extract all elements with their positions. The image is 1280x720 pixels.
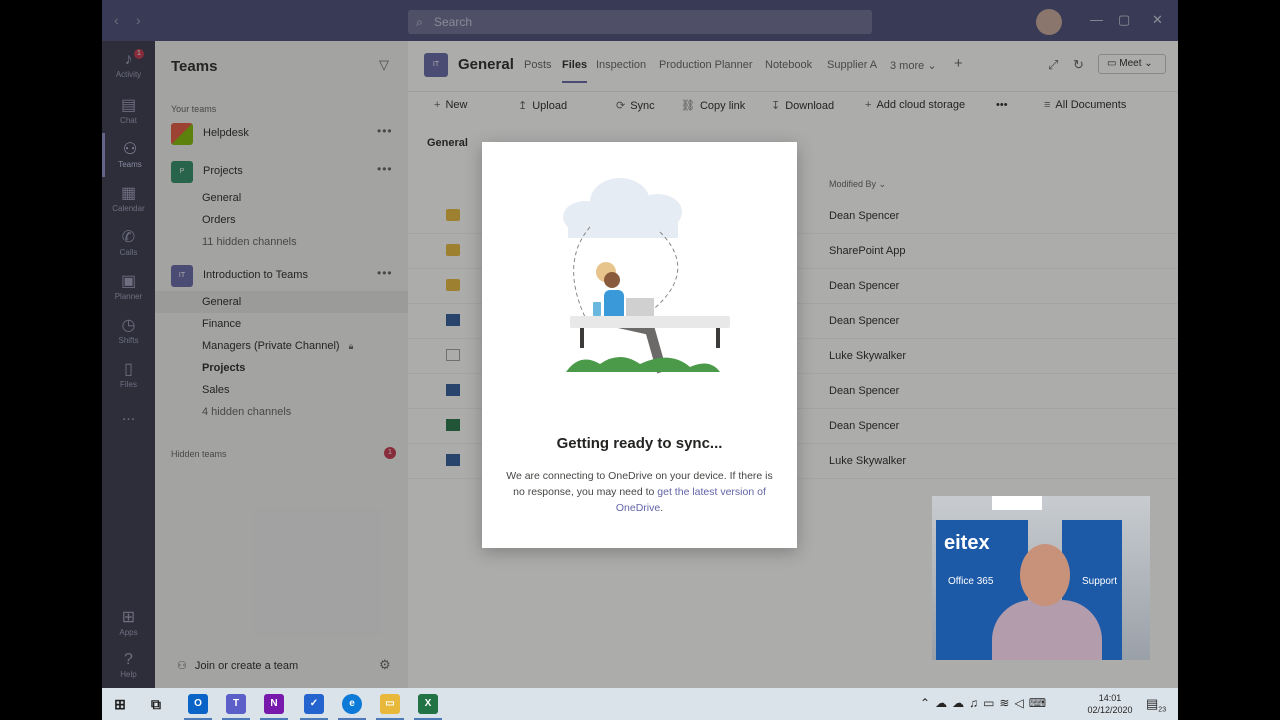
battery-icon[interactable]: ▭ <box>983 696 999 710</box>
keyboard-icon[interactable]: ⌨ <box>1029 696 1051 710</box>
sync-arrow <box>573 226 591 318</box>
wifi-icon[interactable]: ≋ <box>999 696 1014 710</box>
mouse-cursor-icon: ⬉ <box>779 335 787 345</box>
bench-leg <box>580 328 584 348</box>
todo-icon[interactable]: ✓ <box>300 694 328 720</box>
windows-start-icon[interactable]: ⊞ <box>110 694 130 714</box>
clock-date: 02/12/2020 <box>1087 705 1133 715</box>
person-head <box>604 272 620 288</box>
dialog-title: Getting ready to sync... <box>556 435 723 452</box>
volume-icon[interactable]: ◁ <box>1014 696 1028 710</box>
bushes <box>566 357 720 372</box>
dialog-body: We are connecting to OneDrive on your de… <box>506 468 773 516</box>
excel-icon[interactable]: X <box>414 694 442 720</box>
bench-leg <box>716 328 720 348</box>
notif-count: 23 <box>1158 706 1167 714</box>
banner-product-text: Office 365 <box>948 576 994 587</box>
task-view-icon[interactable]: ⧉ <box>146 694 166 714</box>
system-tray[interactable]: ⌃☁☁♫▭≋◁⌨ <box>920 696 1051 710</box>
sync-illustration <box>563 178 730 374</box>
clock-time: 14:01 <box>1098 693 1122 703</box>
chevron-up-icon[interactable]: ⌃ <box>920 696 935 710</box>
windows-taskbar: ⊞ ⧉ O T N ✓ e ▭ X ⌃☁☁♫▭≋◁⌨ 14:01 02/12/2… <box>102 688 1178 720</box>
drink-cup <box>593 302 601 316</box>
notifications-icon[interactable]: ▤23 <box>1146 696 1166 714</box>
onenote-icon[interactable]: N <box>260 694 288 720</box>
presenter-body <box>992 600 1102 660</box>
microphone-icon[interactable]: ♫ <box>969 696 983 710</box>
dialog-body-end: . <box>660 502 664 514</box>
edge-icon[interactable]: e <box>338 694 366 720</box>
webcam-overlay: eitex Office 365 Support <box>932 496 1150 660</box>
onedrive-icon[interactable]: ☁ <box>935 696 952 710</box>
bench <box>570 316 730 328</box>
sync-arrow <box>649 231 679 313</box>
clock[interactable]: 14:01 02/12/2020 <box>1084 692 1136 716</box>
outlook-icon[interactable]: O <box>184 694 212 720</box>
banner-support-text: Support <box>1082 576 1118 587</box>
sync-dialog: Getting ready to sync... We are connecti… <box>482 142 797 548</box>
teams-app-icon[interactable]: T <box>222 694 250 720</box>
ceiling-light <box>992 496 1042 510</box>
laptop-icon <box>626 298 654 316</box>
file-explorer-icon[interactable]: ▭ <box>376 694 404 720</box>
banner-brand-text: eitex <box>944 532 990 554</box>
presenter-head <box>1020 544 1070 606</box>
cloud-icon[interactable]: ☁ <box>952 696 969 710</box>
